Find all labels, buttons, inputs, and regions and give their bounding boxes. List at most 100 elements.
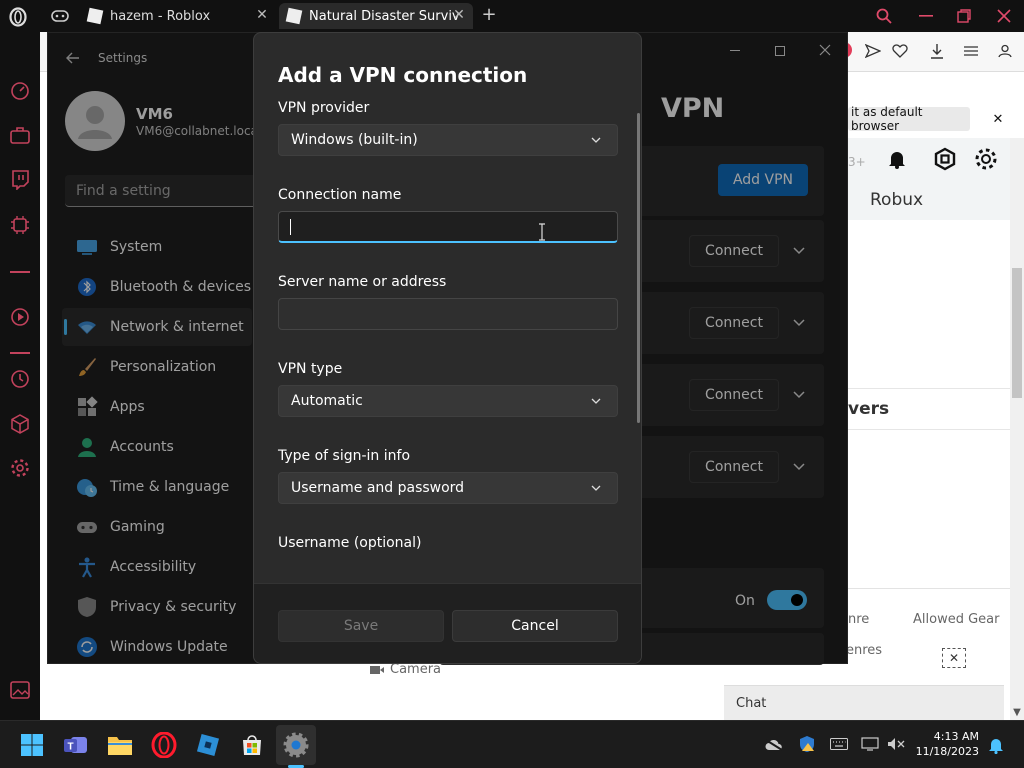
opera-menu-icon[interactable] — [7, 6, 29, 28]
signin-label: Type of sign-in info — [278, 448, 411, 464]
connection-name-label: Connection name — [278, 187, 402, 203]
dash-icon[interactable] — [8, 260, 32, 284]
browser-tab-strip: hazem - Roblox ✕ Natural Disaster Surviv… — [0, 0, 1024, 32]
gallery-icon[interactable] — [8, 678, 32, 702]
clock[interactable]: 4:13 AM 11/18/2023 — [913, 729, 979, 759]
camera-item[interactable]: Camera — [370, 662, 441, 677]
allowed-gear-label: Allowed Gear — [913, 612, 1000, 627]
chevron-down-icon — [591, 137, 601, 143]
server-address-field[interactable] — [278, 298, 618, 330]
scroll-down-icon[interactable]: ▼ — [1010, 706, 1024, 718]
text-caret — [290, 219, 291, 235]
opera-browser-icon[interactable] — [150, 731, 178, 759]
close-icon[interactable]: ✕ — [451, 7, 467, 23]
briefcase-icon[interactable] — [8, 123, 32, 147]
default-browser-banner: it as default browser — [848, 105, 970, 133]
servers-heading: vers — [848, 399, 890, 419]
add-vpn-dialog: Add a VPN connection VPN provider Window… — [253, 32, 642, 664]
dialog-title: Add a VPN connection — [278, 63, 528, 87]
player-icon[interactable] — [8, 305, 32, 329]
i-beam-cursor-icon — [539, 223, 545, 241]
defender-shield-icon[interactable] — [797, 734, 817, 754]
dialog-footer: Save Cancel — [254, 583, 641, 663]
taskbar: T 4:13 AM 11/18/2023 — [0, 720, 1024, 768]
heart-icon[interactable] — [891, 42, 909, 60]
chip-icon[interactable] — [8, 213, 32, 237]
search-tabs-icon[interactable] — [874, 6, 894, 26]
send-icon[interactable] — [864, 42, 882, 60]
genre-label: nre — [848, 612, 870, 627]
camera-icon — [370, 665, 384, 674]
tab-label: Natural Disaster Survival - R — [309, 8, 459, 24]
notification-bell-icon[interactable] — [886, 148, 908, 170]
vpn-type-select[interactable]: Automatic — [278, 385, 618, 417]
history-clock-icon[interactable] — [8, 367, 32, 391]
browser-tab-natural-disaster[interactable]: Natural Disaster Survival - R ✕ — [279, 3, 473, 29]
vpn-provider-select[interactable]: Windows (built-in) — [278, 124, 618, 156]
roblox-header: 3+ Robux — [848, 138, 1010, 220]
notification-bell-icon[interactable] — [986, 735, 1006, 755]
easy-setup-icon[interactable] — [962, 42, 980, 60]
twitch-icon[interactable] — [8, 168, 32, 192]
camera-label: Camera — [390, 662, 442, 677]
clock-date: 11/18/2023 — [915, 745, 979, 758]
new-tab-plus-icon[interactable]: + — [480, 4, 498, 25]
chat-label: Chat — [736, 695, 767, 711]
file-explorer-icon[interactable] — [106, 731, 134, 759]
restore-icon[interactable] — [954, 6, 974, 26]
select-value: Windows (built-in) — [291, 132, 418, 148]
network-disconnected-icon[interactable] — [860, 735, 880, 753]
clock-time: 4:13 AM — [933, 730, 979, 743]
browser-sidebar: ••• — [0, 32, 40, 744]
dash-icon[interactable] — [8, 341, 32, 365]
speed-dial-icon[interactable] — [8, 79, 32, 103]
cube-icon[interactable] — [8, 412, 32, 436]
teams-icon[interactable]: T — [62, 731, 90, 759]
signin-type-select[interactable]: Username and password — [278, 472, 618, 504]
tab-label: hazem - Roblox — [110, 8, 211, 24]
provider-label: VPN provider — [278, 100, 370, 116]
chat-panel[interactable]: Chat — [724, 685, 1004, 720]
close-banner-icon[interactable]: ✕ — [990, 111, 1006, 127]
volume-muted-icon[interactable] — [886, 735, 906, 753]
settings-cog-icon[interactable] — [974, 147, 998, 171]
close-icon[interactable]: ✕ — [254, 7, 270, 23]
connection-name-field[interactable] — [278, 211, 618, 243]
cloud-offline-icon[interactable] — [764, 737, 784, 753]
minimize-icon[interactable] — [916, 6, 936, 26]
robux-icon[interactable] — [933, 147, 957, 171]
profile-icon[interactable] — [996, 42, 1014, 60]
start-windows-icon[interactable] — [18, 731, 46, 759]
roblox-favicon-icon — [285, 7, 303, 25]
gamepad-icon[interactable] — [50, 7, 70, 25]
banner-text: it as default browser — [851, 105, 923, 133]
settings-gear-icon[interactable] — [8, 456, 32, 480]
chevron-down-icon — [591, 485, 601, 491]
cancel-button[interactable]: Cancel — [452, 610, 618, 642]
page-scrollbar[interactable] — [1010, 138, 1024, 720]
select-value: Username and password — [291, 480, 465, 496]
username-label: Username (optional) — [278, 535, 422, 551]
count-fragment: 3+ — [848, 155, 866, 169]
close-window-icon[interactable] — [994, 6, 1014, 26]
divider — [848, 588, 1010, 589]
browser-tab-roblox[interactable]: hazem - Roblox ✕ — [80, 3, 276, 29]
no-gear-icon: ✕ — [942, 648, 966, 668]
dialog-scrollbar[interactable] — [637, 113, 640, 423]
download-icon[interactable] — [928, 42, 946, 60]
vpn-type-label: VPN type — [278, 361, 343, 377]
server-label: Server name or address — [278, 274, 447, 290]
servers-section: vers — [848, 388, 1010, 430]
settings-gear-icon[interactable] — [282, 731, 310, 759]
select-value: Automatic — [291, 393, 363, 409]
scrollbar-thumb[interactable] — [1012, 268, 1022, 398]
roblox-studio-icon[interactable] — [194, 731, 222, 759]
save-button[interactable]: Save — [278, 610, 444, 642]
microsoft-store-icon[interactable] — [238, 731, 266, 759]
robux-label[interactable]: Robux — [870, 190, 923, 210]
keyboard-icon[interactable] — [829, 735, 849, 753]
svg-text:T: T — [67, 742, 73, 753]
chevron-down-icon — [591, 398, 601, 404]
genres-label: enres — [846, 643, 883, 658]
roblox-favicon-icon — [86, 7, 104, 25]
